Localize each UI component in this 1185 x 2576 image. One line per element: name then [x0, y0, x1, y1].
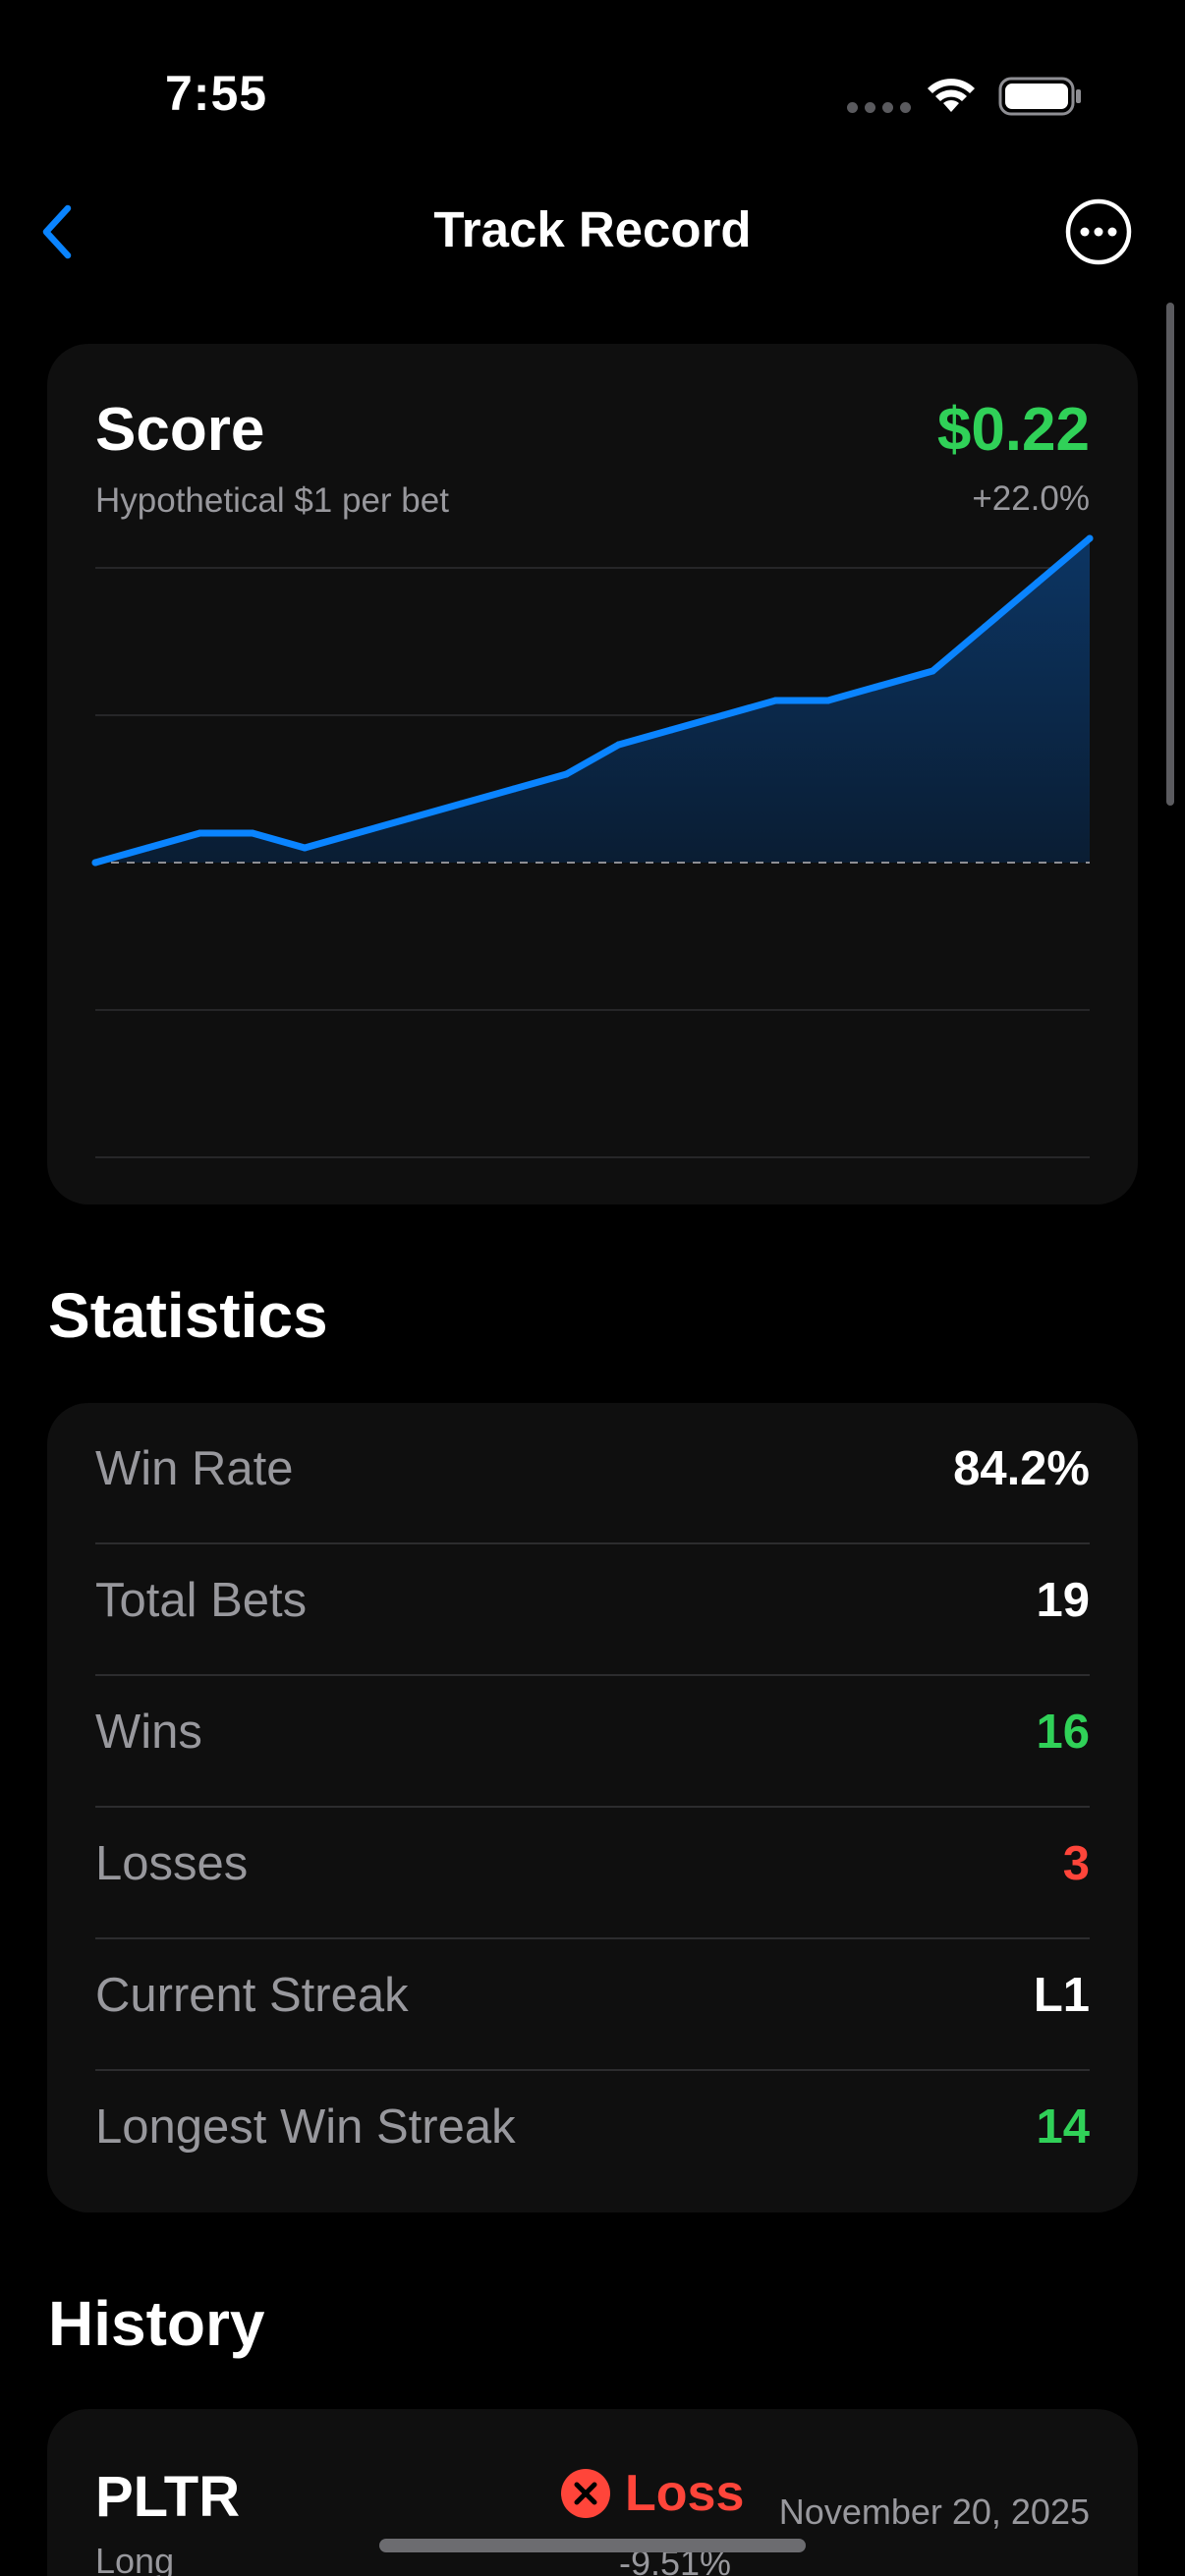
scroll-indicator[interactable]	[1166, 303, 1174, 806]
history-date: November 20, 2025	[778, 2492, 1090, 2532]
stat-label: Wins	[95, 1706, 202, 1759]
chart-point	[458, 800, 466, 808]
stat-value: 84.2%	[953, 1442, 1090, 1495]
chart-point	[1086, 534, 1094, 542]
chart-point	[824, 697, 832, 704]
chart-point	[197, 829, 203, 837]
chart-point	[1034, 579, 1042, 587]
chart-point	[143, 844, 151, 852]
chart-point	[249, 829, 256, 837]
stat-label: Total Bets	[95, 1574, 308, 1627]
stat-value: 19	[1036, 1574, 1090, 1627]
stat-label: Losses	[95, 1837, 249, 1890]
stat-row-win-rate: Win Rate 84.2%	[95, 1403, 1090, 1535]
chart-point	[876, 682, 884, 690]
stat-row-longest-win-streak: Longest Win Streak 14	[95, 2061, 1090, 2193]
battery-icon	[998, 77, 1081, 116]
chart-area	[95, 538, 1090, 863]
history-status-label: Loss	[625, 2465, 745, 2522]
track-record-screen: 7:55 Track Record Score Hypothetical $1 …	[0, 0, 1185, 2576]
score-chart	[91, 534, 1094, 1158]
stat-value: 3	[1062, 1837, 1090, 1890]
status-time: 7:55	[165, 66, 268, 121]
statistics-card: Win Rate 84.2% Total Bets 19 Wins 16 Los…	[47, 1403, 1138, 2212]
home-indicator[interactable]	[379, 2539, 806, 2552]
wifi-icon	[928, 79, 975, 112]
chart-point	[510, 785, 518, 793]
chart-point	[353, 829, 361, 837]
chart-point	[562, 770, 570, 778]
stat-value: 14	[1036, 2100, 1090, 2154]
chart-point	[982, 623, 988, 631]
history-heading: History	[48, 2288, 265, 2359]
page-title: Track Record	[433, 201, 752, 257]
chart-point	[667, 726, 675, 734]
stat-label: Longest Win Streak	[95, 2100, 516, 2154]
score-card: Score Hypothetical $1 per bet $0.22 +22.…	[47, 344, 1138, 1204]
stat-row-wins: Wins 16	[95, 1666, 1090, 1798]
cellular-signal-icon	[847, 102, 911, 113]
stat-row-losses: Losses 3	[95, 1798, 1090, 1930]
status-bar: 7:55	[0, 0, 1185, 187]
statistics-heading: Statistics	[48, 1280, 328, 1351]
chart-point	[91, 859, 99, 867]
chart-point	[929, 667, 936, 675]
chart-point	[719, 711, 727, 719]
stat-row-current-streak: Current Streak L1	[95, 1930, 1090, 2061]
stat-row-total-bets: Total Bets 19	[95, 1535, 1090, 1666]
chart-point	[771, 697, 779, 704]
history-status: Loss	[560, 2464, 744, 2523]
chart-point	[615, 741, 623, 749]
history-direction: Long	[95, 2541, 175, 2576]
stat-value: L1	[1033, 1969, 1090, 2022]
more-options-button[interactable]	[1063, 196, 1134, 267]
history-ticker: PLTR	[95, 2465, 241, 2529]
stat-label: Win Rate	[95, 1442, 294, 1495]
ellipsis-circle-icon	[1065, 198, 1132, 265]
x-circle-icon	[561, 2469, 610, 2518]
chart-point	[406, 814, 414, 822]
stat-label: Current Streak	[95, 1969, 409, 2022]
chart-point	[301, 844, 309, 852]
stat-value: 16	[1036, 1706, 1090, 1759]
